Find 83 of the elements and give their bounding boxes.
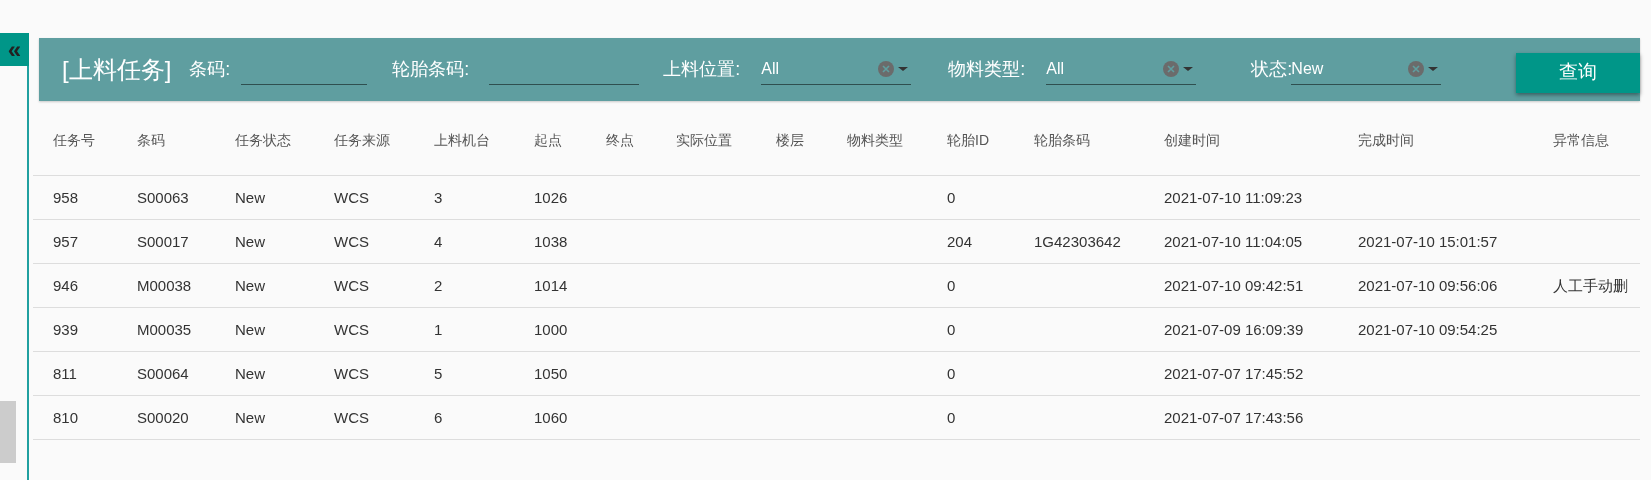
column-header: 上料机台 <box>434 131 490 148</box>
table-cell: New <box>235 408 265 426</box>
table-cell: 1000 <box>534 320 568 338</box>
table-cell: S00064 <box>137 364 189 382</box>
table-cell: 2021-07-07 17:45:52 <box>1164 364 1304 382</box>
table-cell: 人工手动删 <box>1553 276 1628 294</box>
select-field[interactable]: All <box>1046 54 1197 85</box>
table-cell: 1050 <box>534 364 568 382</box>
table-cell: 2021-07-10 15:01:57 <box>1358 232 1498 250</box>
table-cell: 0 <box>947 276 956 294</box>
table-cell: WCS <box>334 320 369 338</box>
table-cell: New <box>235 320 265 338</box>
table-cell: 0 <box>947 320 956 338</box>
table-cell: 2021-07-09 16:09:39 <box>1164 320 1304 338</box>
table-cell: 2021-07-10 11:09:23 <box>1164 188 1303 206</box>
column-header: 楼层 <box>776 131 804 148</box>
column-header: 完成时间 <box>1358 131 1414 148</box>
filter-label: 上料位置: <box>663 58 742 81</box>
table-cell: 2021-07-10 11:04:05 <box>1164 232 1303 250</box>
table-cell: 0 <box>947 364 956 382</box>
filter-label: 物料类型: <box>948 58 1027 81</box>
table-cell: 2 <box>434 276 443 294</box>
column-header: 物料类型 <box>847 131 903 148</box>
select-field[interactable]: New <box>1291 54 1442 85</box>
column-header: 实际位置 <box>676 131 732 148</box>
select-field[interactable]: All <box>761 54 912 85</box>
table-cell: 6 <box>434 408 443 426</box>
table-cell: 1014 <box>534 276 568 294</box>
table-cell: 0 <box>947 188 956 206</box>
table-cell: New <box>235 364 265 382</box>
caret-icon[interactable] <box>1182 65 1195 73</box>
caret-icon[interactable] <box>1427 65 1440 73</box>
column-header: 创建时间 <box>1164 131 1220 148</box>
filter-label: 轮胎条码: <box>392 58 471 81</box>
column-header: 任务来源 <box>334 131 390 148</box>
table-cell: 946 <box>53 276 79 294</box>
table-cell: 1038 <box>534 232 568 250</box>
table-cell: WCS <box>334 232 369 250</box>
page-title: [上料任务] <box>62 54 172 85</box>
table-cell: M00035 <box>137 320 192 338</box>
query-button[interactable]: 查询 <box>1516 52 1640 93</box>
table-cell: 939 <box>53 320 79 338</box>
table-cell: 0 <box>947 408 956 426</box>
table-cell: 204 <box>947 232 973 250</box>
filter-label: 状态: <box>1251 58 1292 81</box>
column-header: 轮胎ID <box>947 131 989 148</box>
column-header: 任务号 <box>53 131 95 148</box>
column-header: 条码 <box>137 131 165 148</box>
scrollbar-thumb[interactable] <box>0 401 16 463</box>
table-cell: S00017 <box>137 232 189 250</box>
table-cell: 810 <box>53 408 79 426</box>
table-cell: 1 <box>434 320 443 338</box>
caret-icon[interactable] <box>897 65 910 73</box>
table-cell: 2021-07-07 17:43:56 <box>1164 408 1304 426</box>
table-cell: 1G42303642 <box>1034 232 1121 250</box>
filter-label: 条码: <box>189 58 232 81</box>
column-header: 轮胎条码 <box>1034 131 1090 148</box>
column-header: 任务状态 <box>235 131 291 148</box>
table-cell: 958 <box>53 188 79 206</box>
table-cell: S00020 <box>137 408 189 426</box>
collapse-button[interactable]: « <box>0 33 29 66</box>
table-cell: 1060 <box>534 408 568 426</box>
column-header: 起点 <box>534 131 562 148</box>
table-cell: 4 <box>434 232 443 250</box>
table-cell: WCS <box>334 188 369 206</box>
table-cell: WCS <box>334 276 369 294</box>
table-cell: New <box>235 232 265 250</box>
table-cell: S00063 <box>137 188 189 206</box>
table-cell: 2021-07-10 09:54:25 <box>1358 320 1498 338</box>
table-cell: 811 <box>53 364 77 382</box>
table-cell: WCS <box>334 408 369 426</box>
table-cell: 2021-07-10 09:56:06 <box>1358 276 1498 294</box>
table-cell: WCS <box>334 364 369 382</box>
table-cell: 1026 <box>534 188 568 206</box>
table-cell: New <box>235 276 265 294</box>
column-header: 异常信息 <box>1553 131 1609 148</box>
table-cell: 2021-07-10 09:42:51 <box>1164 276 1304 294</box>
table-cell: 3 <box>434 188 443 206</box>
table-cell: M00038 <box>137 276 192 294</box>
column-header: 终点 <box>606 131 634 148</box>
table-cell: New <box>235 188 265 206</box>
table-cell: 5 <box>434 364 443 382</box>
table-cell: 957 <box>53 232 79 250</box>
